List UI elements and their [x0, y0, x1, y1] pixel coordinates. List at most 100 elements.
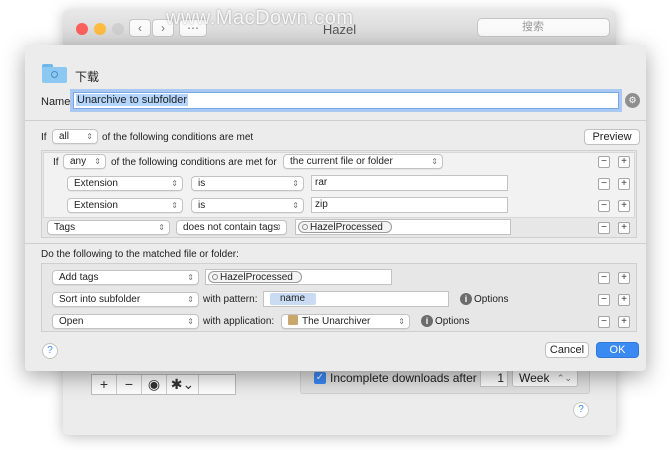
condition-value-field[interactable]: zip	[311, 197, 508, 213]
folder-name: 下载	[75, 70, 100, 84]
unit-label: Week	[519, 371, 550, 385]
tag-token-label: HazelProcessed	[220, 272, 293, 283]
chevron-updown-icon: ⇕	[431, 157, 438, 166]
main-help-button[interactable]: ?	[573, 402, 589, 418]
attribute-popup[interactable]: Extension ⇕	[67, 198, 183, 213]
divider	[25, 243, 646, 244]
search-placeholder: 搜索	[522, 21, 544, 33]
remove-action-button[interactable]: −	[598, 294, 610, 306]
chevron-updown-icon: ⇕	[158, 223, 165, 232]
action-popup[interactable]: Open ⇕	[52, 314, 199, 329]
target-value: the current file or folder	[290, 156, 393, 167]
remove-condition-button[interactable]: −	[598, 222, 610, 234]
application-popup[interactable]: The Unarchiver ⇕	[281, 314, 410, 329]
tag-dot-icon	[212, 274, 218, 280]
ok-button[interactable]: OK	[596, 342, 639, 358]
add-action-button[interactable]: +	[618, 294, 630, 306]
eye-icon[interactable]: ◉	[142, 375, 167, 394]
pattern-field[interactable]: name	[263, 291, 449, 307]
with-application-label: with application:	[203, 316, 275, 327]
chevron-updown-icon: ⇕	[171, 179, 178, 188]
remove-action-button[interactable]: −	[598, 272, 610, 284]
add-action-button[interactable]: +	[618, 316, 630, 328]
with-pattern-label: with pattern:	[203, 294, 258, 305]
folder-icon	[42, 64, 67, 83]
match-any-value: any	[70, 156, 87, 167]
add-condition-button[interactable]: +	[618, 200, 630, 212]
chevron-updown-icon: ⇕	[187, 273, 194, 282]
match-all-value: all	[59, 131, 70, 142]
chevron-updown-icon: ⌃⌄	[556, 373, 572, 383]
incomplete-downloads-count[interactable]: 1	[480, 369, 508, 387]
chevron-updown-icon: ⇕	[94, 157, 101, 166]
tags-operator-popup[interactable]: does not contain tags ⇕	[176, 220, 287, 235]
chevron-updown-icon: ⇕	[398, 317, 405, 326]
gear-menu-button[interactable]: ✱⌄	[167, 375, 199, 394]
if-label: If	[41, 132, 47, 143]
add-rule-button[interactable]: +	[92, 375, 117, 394]
chevron-updown-icon: ⇕	[187, 317, 194, 326]
divider	[25, 120, 646, 121]
remove-condition-button[interactable]: −	[598, 178, 610, 190]
incomplete-downloads-unit-popup[interactable]: Week ⌃⌄	[512, 369, 578, 387]
tags-attribute-popup[interactable]: Tags ⇕	[47, 220, 170, 235]
cancel-button[interactable]: Cancel	[545, 342, 589, 358]
tag-token-label: HazelProcessed	[310, 222, 383, 233]
attribute-popup[interactable]: Extension ⇕	[67, 176, 183, 191]
actions-heading: Do the following to the matched file or …	[41, 249, 239, 260]
name-label: Name:	[41, 96, 74, 108]
nested-if-label: If	[53, 157, 59, 168]
application-value: The Unarchiver	[302, 316, 371, 327]
add-condition-button[interactable]: +	[618, 222, 630, 234]
action-value: Sort into subfolder	[59, 294, 141, 305]
rule-name-input[interactable]: Unarchive to subfolder	[73, 92, 619, 109]
attribute-value: Extension	[74, 200, 118, 211]
unarchiver-app-icon	[288, 315, 298, 325]
help-button[interactable]: ?	[42, 343, 58, 359]
name-pattern-token[interactable]: name	[270, 293, 316, 305]
rule-name-text: Unarchive to subfolder	[76, 94, 189, 106]
add-tags-field[interactable]: HazelProcessed	[205, 269, 392, 285]
search-field[interactable]: 搜索	[477, 18, 610, 37]
tag-token[interactable]: HazelProcessed	[208, 271, 302, 283]
add-condition-button[interactable]: +	[618, 178, 630, 190]
rule-editor-sheet: 下载 Name: Unarchive to subfolder ⚙ If all…	[25, 45, 646, 371]
remove-condition-button[interactable]: −	[598, 200, 610, 212]
tags-field[interactable]: HazelProcessed	[295, 219, 511, 235]
operator-value: is	[198, 178, 206, 189]
chevron-updown-icon: ⇕	[86, 132, 93, 141]
preview-button[interactable]: Preview	[584, 129, 640, 145]
tag-dot-icon	[302, 224, 308, 230]
operator-value: is	[198, 200, 206, 211]
incomplete-downloads-checkbox[interactable]: ✓	[314, 372, 326, 384]
chevron-updown-icon: ⇕	[171, 201, 178, 210]
options-link[interactable]: Options	[474, 294, 508, 305]
remove-condition-button[interactable]: −	[598, 156, 610, 168]
chevron-updown-icon: ⇕	[187, 295, 194, 304]
remove-action-button[interactable]: −	[598, 316, 610, 328]
conditions-suffix: of the following conditions are met	[102, 132, 254, 143]
match-all-popup[interactable]: all ⇕	[52, 129, 98, 144]
match-any-popup[interactable]: any ⇕	[63, 154, 106, 169]
rules-toolbar: + − ◉ ✱⌄	[91, 374, 236, 395]
operator-popup[interactable]: is ⇕	[191, 176, 304, 191]
script-icon[interactable]: ⚙	[625, 93, 640, 108]
chevron-updown-icon: ⇕	[275, 223, 282, 232]
operator-value: does not contain tags	[183, 222, 279, 233]
options-link[interactable]: Options	[435, 316, 469, 327]
action-popup[interactable]: Add tags ⇕	[52, 270, 199, 285]
info-icon[interactable]: i	[421, 315, 433, 327]
operator-popup[interactable]: is ⇕	[191, 198, 304, 213]
info-icon[interactable]: i	[460, 293, 472, 305]
attribute-value: Extension	[74, 178, 118, 189]
add-action-button[interactable]: +	[618, 272, 630, 284]
condition-value-field[interactable]: rar	[311, 175, 508, 191]
tag-token[interactable]: HazelProcessed	[298, 221, 392, 233]
add-condition-button[interactable]: +	[618, 156, 630, 168]
chevron-updown-icon: ⇕	[292, 179, 299, 188]
remove-rule-button[interactable]: −	[117, 375, 142, 394]
action-value: Open	[59, 316, 84, 327]
target-popup[interactable]: the current file or folder ⇕	[283, 154, 443, 169]
action-popup[interactable]: Sort into subfolder ⇕	[52, 292, 199, 307]
attribute-value: Tags	[54, 222, 76, 233]
